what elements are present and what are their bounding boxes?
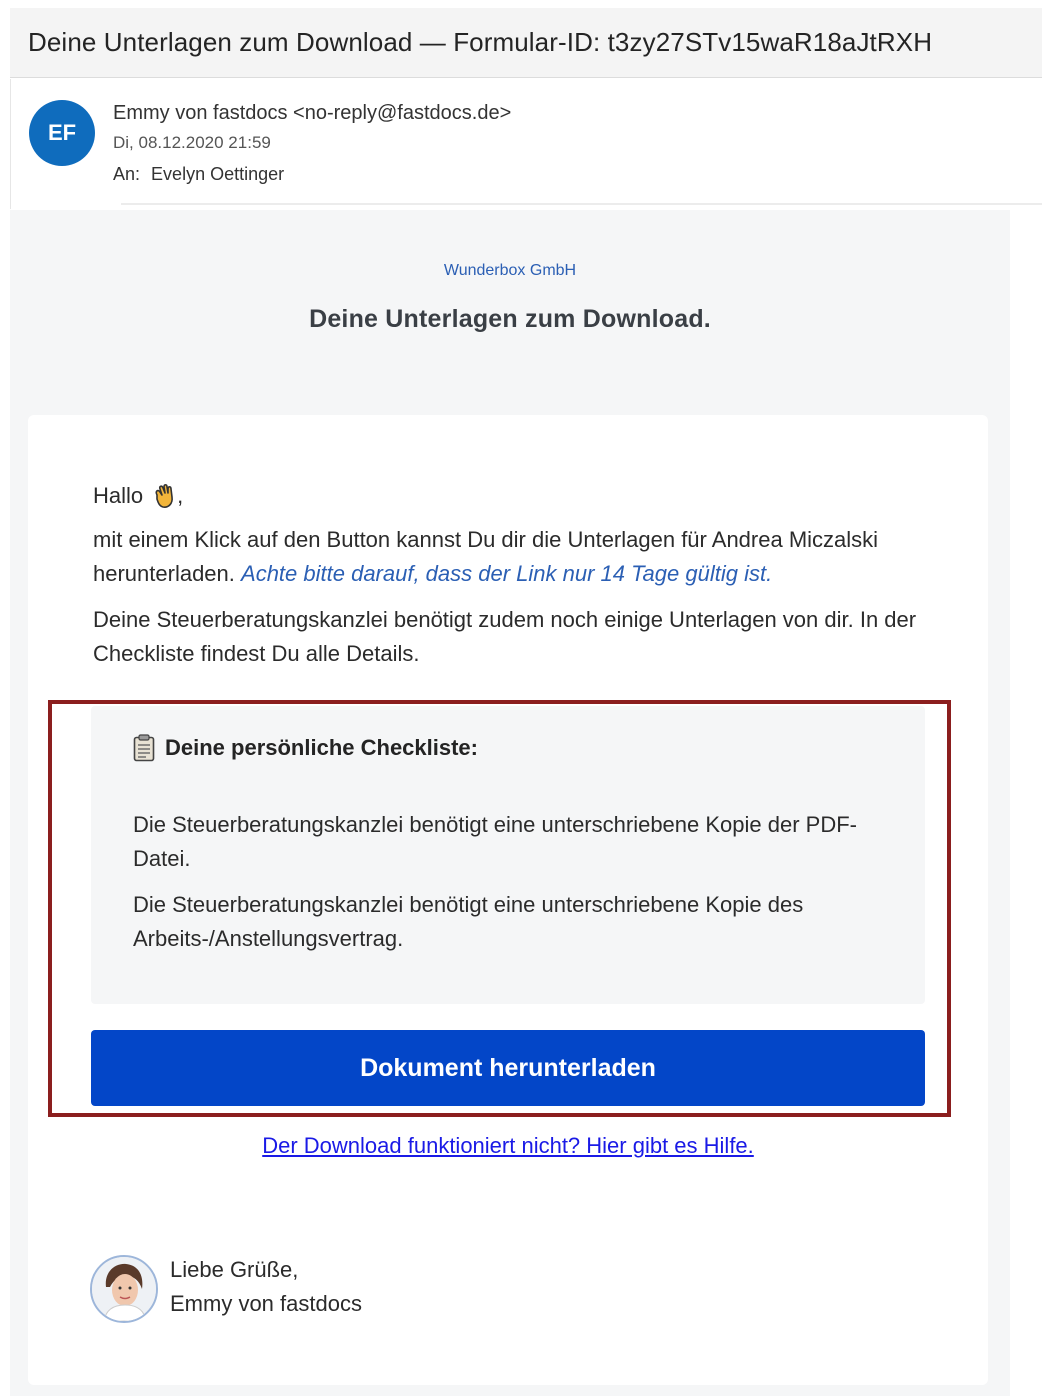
office-paragraph: Deine Steuerberatungskanzlei benötigt zu… [93, 607, 917, 666]
to-label: An: [113, 164, 141, 184]
sender-avatar[interactable]: EF [29, 100, 95, 166]
waving-hand-icon [151, 483, 177, 509]
header-divider [121, 203, 1042, 205]
help-link[interactable]: Der Download funktioniert nicht? Hier gi… [28, 1133, 988, 1159]
message-card: Hallo , mit einem Klick auf den Button k… [28, 415, 988, 1385]
recipient-name[interactable]: Evelyn Oettinger [151, 164, 284, 184]
recipient-line: An: Evelyn Oettinger [113, 164, 284, 185]
email-date: Di, 08.12.2020 21:59 [113, 133, 271, 152]
signature: Liebe Grüße, Emmy von fastdocs [170, 1253, 362, 1321]
signature-avatar [90, 1255, 158, 1323]
email-body: Wunderbox GmbH Deine Unterlagen zum Down… [10, 210, 1010, 1396]
checklist-item: Die Steuerberatungskanzlei benötigt eine… [133, 812, 857, 871]
signature-name: Emmy von fastdocs [170, 1291, 362, 1316]
sender-name[interactable]: Emmy von fastdocs <no-reply@fastdocs.de> [113, 102, 511, 125]
signature-greeting: Liebe Grüße, [170, 1257, 299, 1282]
intro-paragraph: mit einem Klick auf den Button kannst Du… [93, 523, 943, 591]
email-subject: Deine Unterlagen zum Download — Formular… [28, 27, 933, 57]
checklist-title: Deine persönliche Checkliste: [133, 734, 478, 762]
download-button[interactable]: Dokument herunterladen [91, 1030, 925, 1106]
checklist-panel: Deine persönliche Checkliste: Die Steuer… [91, 706, 925, 1004]
greeting-comma: , [177, 483, 184, 508]
greeting: Hallo , [93, 479, 183, 513]
clipboard-icon [133, 734, 155, 762]
checklist-item: Die Steuerberatungskanzlei benötigt eine… [133, 892, 804, 951]
company-name: Wunderbox GmbH [443, 262, 577, 279]
checklist-title-text: Deine persönliche Checkliste: [165, 735, 478, 760]
validity-hint: Achte bitte darauf, dass der Link nur 14… [241, 561, 773, 586]
email-tagline: Deine Unterlagen zum Download. [309, 305, 711, 333]
greeting-text: Hallo [93, 483, 144, 508]
email-header: EF Emmy von fastdocs <no-reply@fastdocs.… [10, 79, 1042, 209]
subject-bar: Deine Unterlagen zum Download — Formular… [10, 8, 1042, 78]
